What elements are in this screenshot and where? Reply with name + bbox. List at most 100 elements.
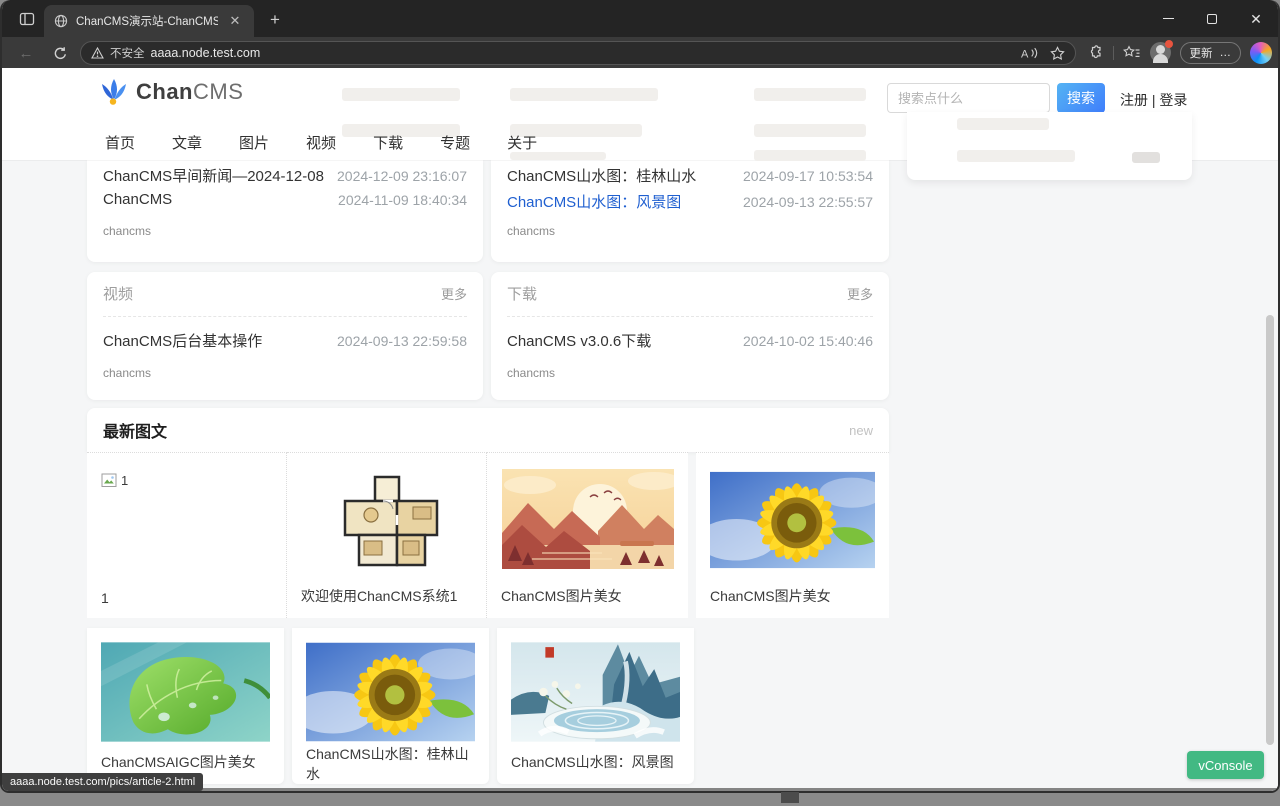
section-title: 下载	[507, 283, 537, 304]
nav-item-topics[interactable]: 专题	[440, 132, 470, 153]
sunflower-image	[710, 469, 875, 571]
ghost-line	[957, 150, 1075, 162]
extensions-puzzle-icon[interactable]	[1087, 44, 1104, 61]
search-input[interactable]	[887, 83, 1050, 113]
login-link[interactable]: 登录	[1159, 92, 1187, 108]
svg-text:A: A	[1021, 49, 1029, 61]
nav-item-download[interactable]: 下载	[373, 132, 403, 153]
gallery-card-sunflower-2[interactable]: ChanCMS山水图：桂林山水	[292, 628, 489, 784]
read-aloud-icon[interactable]: A	[1020, 46, 1038, 60]
article-title[interactable]: ChanCMS后台基本操作	[103, 330, 262, 351]
ghost-line	[510, 152, 606, 160]
article-title[interactable]: ChanCMS v3.0.6下载	[507, 330, 651, 351]
nav-item-pictures[interactable]: 图片	[239, 132, 269, 153]
profile-avatar[interactable]	[1150, 42, 1171, 63]
gallery-row: 1 1	[87, 452, 889, 618]
article-source: chancms	[507, 224, 555, 238]
address-bar[interactable]: 不安全 aaaa.node.test.com A	[80, 41, 1076, 65]
close-button[interactable]: ✕	[1234, 0, 1278, 37]
register-link[interactable]: 注册	[1120, 92, 1148, 108]
window-edge-notch	[781, 792, 799, 803]
list-item[interactable]: ChanCMS早间新闻—2024-12-08 2024-12-09 23:16:…	[103, 165, 467, 186]
green-leaf-image	[101, 640, 270, 744]
minimize-button[interactable]	[1146, 0, 1190, 37]
auth-links[interactable]: 注册 | 登录	[1120, 90, 1187, 110]
favorite-star-icon[interactable]	[1050, 46, 1065, 61]
tab-close-icon[interactable]: ✕	[226, 12, 244, 30]
article-date: 2024-12-09 23:16:07	[337, 168, 467, 184]
nav-item-about[interactable]: 关于	[507, 132, 537, 153]
article-date: 2024-09-13 22:59:58	[337, 333, 467, 349]
lotus-logo-icon	[99, 78, 129, 106]
browser-tab[interactable]: ChanCMS演示站-ChanCMS ✕	[44, 5, 254, 37]
gallery-card-landscape[interactable]: ChanCMS山水图：风景图	[497, 628, 694, 784]
web-page: ChanCMS 首页 文章 图片 视频 下载 专题 关于 搜索 注册 | 登录	[2, 68, 1278, 791]
nav-item-video[interactable]: 视频	[306, 132, 336, 153]
article-title[interactable]: ChanCMS山水图：桂林山水	[507, 165, 696, 186]
workspaces-icon[interactable]	[16, 8, 38, 30]
article-link-hovered[interactable]: ChanCMS山水图：风景图	[507, 191, 681, 212]
back-icon[interactable]: ←	[14, 41, 38, 65]
gallery-caption[interactable]: ChanCMS图片美女	[710, 586, 875, 606]
security-label[interactable]: 不安全	[110, 45, 145, 61]
gallery-row: ChanCMSAIGC图片美女	[87, 628, 694, 784]
article-title[interactable]: ChanCMS早间新闻—2024-12-08	[103, 165, 324, 186]
browser-toolbar: ← 不安全 aaaa.node.test.com A 更新 …	[2, 37, 1278, 68]
video-card: 视频 更多 ChanCMS后台基本操作 2024-09-13 22:59:58 …	[87, 272, 483, 400]
section-title: 视频	[103, 283, 133, 304]
article-source: chancms	[103, 224, 151, 238]
new-tab-button[interactable]: +	[264, 9, 286, 31]
list-item[interactable]: ChanCMS山水图：桂林山水 2024-09-17 10:53:54	[507, 165, 873, 186]
divider	[507, 316, 873, 317]
gallery-caption[interactable]: ChanCMS山水图：桂林山水	[306, 744, 475, 784]
ghost-line	[342, 88, 460, 101]
list-item[interactable]: ChanCMS v3.0.6下载 2024-10-02 15:40:46	[507, 330, 873, 351]
gallery-badge: new	[849, 423, 873, 438]
not-secure-warning-icon	[91, 47, 104, 59]
broken-image-alt-text: 1	[121, 473, 128, 488]
gallery-card-sunflower-1[interactable]: ChanCMS图片美女	[696, 452, 889, 618]
gallery-caption[interactable]: ChanCMSAIGC图片美女	[101, 752, 270, 772]
list-item[interactable]: ChanCMS山水图：风景图 2024-09-13 22:55:57	[507, 191, 873, 212]
nav-item-articles[interactable]: 文章	[172, 132, 202, 153]
vconsole-button[interactable]: vConsole	[1187, 751, 1264, 779]
gallery-card-broken[interactable]: 1 1	[87, 452, 287, 618]
link-status-tooltip: aaaa.node.test.com/pics/article-2.html	[2, 773, 203, 791]
maximize-button[interactable]	[1190, 0, 1234, 37]
site-logo[interactable]: ChanCMS	[99, 78, 243, 106]
gallery-title: 最新图文	[103, 418, 167, 442]
gallery-card-mountain[interactable]: ChanCMS图片美女	[487, 452, 688, 618]
gallery-caption[interactable]: 1	[101, 590, 272, 606]
search-button[interactable]: 搜索	[1057, 83, 1105, 113]
pics-card: ChanCMS山水图：桂林山水 2024-09-17 10:53:54 Chan…	[491, 160, 889, 262]
floor-plan-image	[331, 471, 443, 571]
browser-update-button[interactable]: 更新 …	[1180, 42, 1242, 64]
more-link[interactable]: 更多	[441, 284, 467, 303]
favorites-collections-icon[interactable]	[1123, 45, 1141, 61]
more-link[interactable]: 更多	[847, 284, 873, 303]
article-title[interactable]: ChanCMS	[103, 191, 172, 208]
mountain-illustration-image	[502, 469, 674, 569]
gallery-caption[interactable]: 欢迎使用ChanCMS系统1	[301, 586, 472, 606]
site-logo-text: ChanCMS	[136, 79, 243, 105]
gallery-caption[interactable]: ChanCMS山水图：风景图	[511, 752, 680, 772]
list-item[interactable]: ChanCMS后台基本操作 2024-09-13 22:59:58	[103, 330, 467, 351]
browser-menu-dots[interactable]: …	[1220, 47, 1232, 59]
refresh-icon[interactable]	[48, 41, 72, 65]
vertical-scrollbar[interactable]	[1266, 315, 1274, 745]
article-source: chancms	[507, 366, 555, 380]
list-item[interactable]: ChanCMS 2024-11-09 18:40:34	[103, 191, 467, 208]
browser-titlebar: ChanCMS演示站-ChanCMS ✕ + ✕	[2, 0, 1278, 37]
gallery-card-floorplan[interactable]: 欢迎使用ChanCMS系统1	[287, 452, 487, 618]
gallery-caption[interactable]: ChanCMS图片美女	[501, 586, 674, 606]
ghost-line	[510, 88, 658, 101]
ghost-line	[754, 150, 866, 161]
gallery-card-leaf[interactable]: ChanCMSAIGC图片美女	[87, 628, 284, 784]
browser-window: ChanCMS演示站-ChanCMS ✕ + ✕ ← 不安全 aaaa.node…	[0, 0, 1280, 793]
gallery-header: 最新图文 new	[87, 408, 889, 452]
main-nav: 首页 文章 图片 视频 下载 专题 关于	[105, 132, 537, 153]
url-text[interactable]: aaaa.node.test.com	[151, 46, 261, 60]
nav-item-home[interactable]: 首页	[105, 132, 135, 153]
toolbar-divider	[1113, 46, 1114, 60]
copilot-icon[interactable]	[1250, 42, 1272, 64]
